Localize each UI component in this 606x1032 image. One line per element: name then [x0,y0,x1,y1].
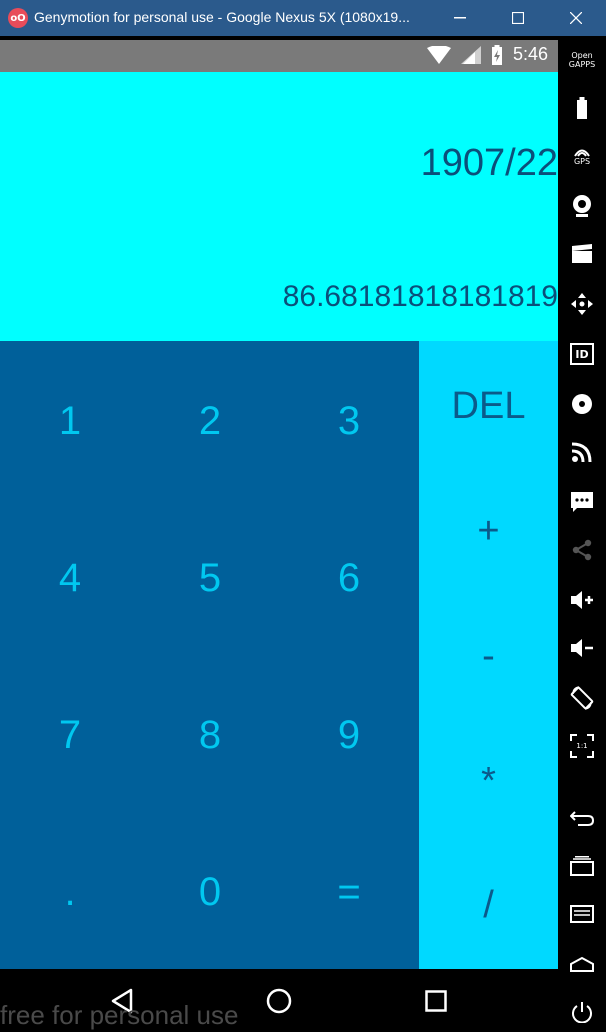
device-id-label: ID [575,347,589,361]
device-id-button[interactable]: ID [562,336,602,372]
power-button[interactable] [562,994,602,1030]
key-1[interactable]: 1 [0,343,140,500]
message-icon [571,492,593,512]
calculator-display: 1907/22 86.68181818181819 [0,72,558,341]
maximize-icon [512,12,524,24]
number-pad: 1 2 3 4 5 6 7 8 9 . 0 = [0,341,419,969]
key-7[interactable]: 7 [0,657,140,814]
clapperboard-icon [572,244,592,263]
home-icon [570,956,594,972]
key-8[interactable]: 8 [140,657,280,814]
status-time: 5:46 [512,44,548,64]
key-6[interactable]: 6 [279,500,419,657]
genymotion-logo-icon: oO [8,8,28,28]
key-decimal[interactable]: . [0,814,140,971]
network-button[interactable] [562,434,602,470]
dpad-move-icon [571,293,593,315]
window-titlebar: oO Genymotion for personal use - Google … [0,0,606,36]
key-2[interactable]: 2 [140,343,280,500]
nav-home-button[interactable] [259,984,299,1018]
key-0[interactable]: 0 [140,814,280,971]
minimize-button[interactable] [430,0,490,36]
rotate-button[interactable] [562,680,602,716]
key-plus[interactable]: + [419,471,558,591]
key-divide[interactable]: / [419,841,558,969]
disk-icon [572,394,593,414]
volume-down-icon [571,639,593,657]
battery-charging-icon [491,44,502,65]
webcam-icon [573,195,591,217]
key-4[interactable]: 4 [0,500,140,657]
share-icon [572,539,592,561]
rotate-screen-icon [570,686,594,710]
key-9[interactable]: 9 [279,657,419,814]
home-circle-icon [266,988,292,1014]
power-icon [572,1002,592,1023]
wifi-icon [426,45,451,64]
gps-icon: GPS [573,147,591,166]
signal-icon [460,45,481,64]
open-gapps-label: Open GAPPS [568,51,596,69]
recent-apps-button[interactable] [562,848,602,884]
result-text: 86.68181818181819 [282,280,558,313]
gps-label: GPS [573,156,591,166]
rss-network-icon [571,442,592,463]
webcam-button[interactable] [562,188,602,224]
battery-button[interactable] [562,90,602,126]
key-3[interactable]: 3 [279,343,419,500]
close-icon [570,12,582,24]
recents-square-icon [425,990,447,1012]
key-minus[interactable]: - [419,591,558,721]
gps-button[interactable]: GPS [562,138,602,174]
key-delete[interactable]: DEL [419,341,558,471]
remote-control-button[interactable] [562,286,602,322]
minimize-icon [454,17,466,19]
capture-button[interactable] [562,236,602,272]
back-button[interactable] [562,800,602,836]
menu-button[interactable] [562,896,602,932]
maximize-button[interactable] [488,0,548,36]
key-multiply[interactable]: * [419,721,558,841]
battery-icon [577,97,587,119]
recent-apps-icon [570,856,594,876]
key-5[interactable]: 5 [140,500,280,657]
expression-text: 1907/22 [420,142,558,184]
operator-pad: DEL + - * / [419,341,558,969]
key-equals[interactable]: = [279,814,419,971]
close-button[interactable] [546,0,606,36]
share-button[interactable] [562,532,602,568]
ratio-label: 1:1 [576,741,588,750]
disk-io-button[interactable] [562,386,602,422]
window-title: Genymotion for personal use - Google Nex… [34,9,410,25]
genymotion-toolbar: Open GAPPS GPS ID 1:1 [558,36,606,1032]
sms-button[interactable] [562,484,602,520]
nav-recents-button[interactable] [416,984,456,1018]
menu-icon [570,905,594,923]
volume-down-button[interactable] [562,630,602,666]
pixel-perfect-button[interactable]: 1:1 [562,728,602,764]
back-arrow-icon [570,811,594,826]
open-gapps-button[interactable]: Open GAPPS [562,42,602,78]
home-button[interactable] [562,946,602,982]
volume-up-button[interactable] [562,582,602,618]
android-status-bar: 5:46 [0,40,558,72]
volume-up-icon [571,591,593,609]
watermark-text: free for personal use [0,1000,239,1030]
